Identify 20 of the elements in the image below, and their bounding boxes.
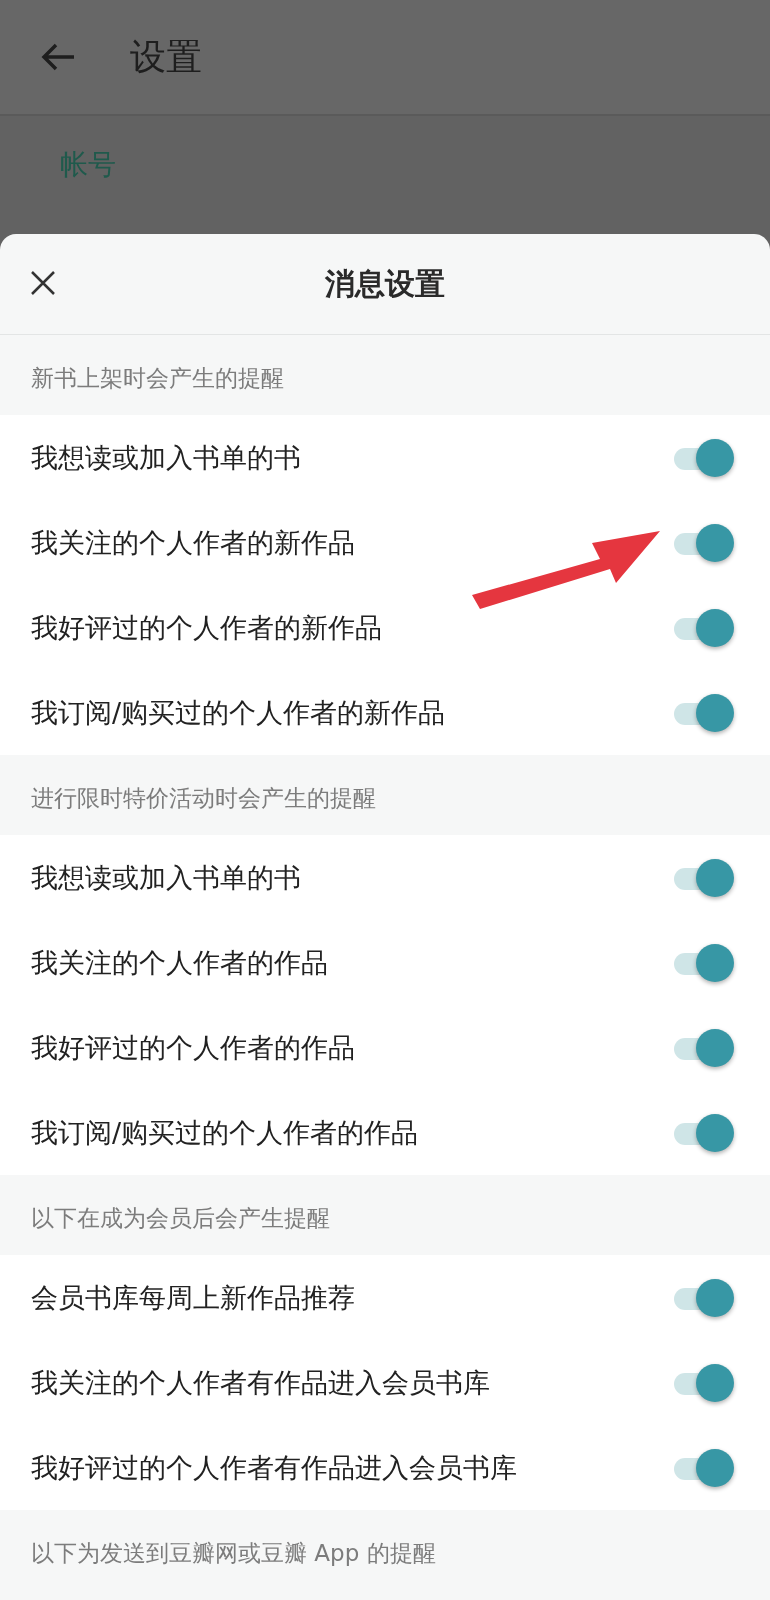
setting-label: 我好评过的个人作者的作品 — [31, 1030, 355, 1065]
section-header: 新书上架时会产生的提醒 — [31, 365, 284, 391]
setting-label: 我关注的个人作者有作品进入会员书库 — [31, 1365, 490, 1400]
page-title: 设置 — [130, 34, 202, 79]
setting-label: 我好评过的个人作者的新作品 — [31, 610, 382, 645]
setting-label: 我好评过的个人作者有作品进入会员书库 — [31, 1450, 517, 1485]
back-arrow-icon — [40, 42, 76, 72]
setting-label: 会员书库每周上新作品推荐 — [31, 1280, 355, 1315]
sheet-title: 消息设置 — [325, 264, 445, 303]
section-label: 帐号 — [60, 148, 116, 181]
section-header: 进行限时特价活动时会产生的提醒 — [31, 785, 376, 811]
section-header: 以下为发送到豆瓣网或豆瓣 App 的提醒 — [31, 1540, 436, 1566]
setting-label: 我订阅/购买过的个人作者的作品 — [31, 1115, 419, 1150]
setting-label: 我订阅/购买过的个人作者的新作品 — [31, 695, 446, 730]
setting-label: 我关注的个人作者的新作品 — [31, 525, 355, 560]
section-header: 以下在成为会员后会产生提醒 — [31, 1205, 330, 1231]
setting-label: 我想读或加入书单的书 — [31, 440, 301, 475]
setting-label: 我关注的个人作者的作品 — [31, 945, 328, 980]
close-icon[interactable] — [30, 270, 56, 296]
setting-label: 我想读或加入书单的书 — [31, 860, 301, 895]
